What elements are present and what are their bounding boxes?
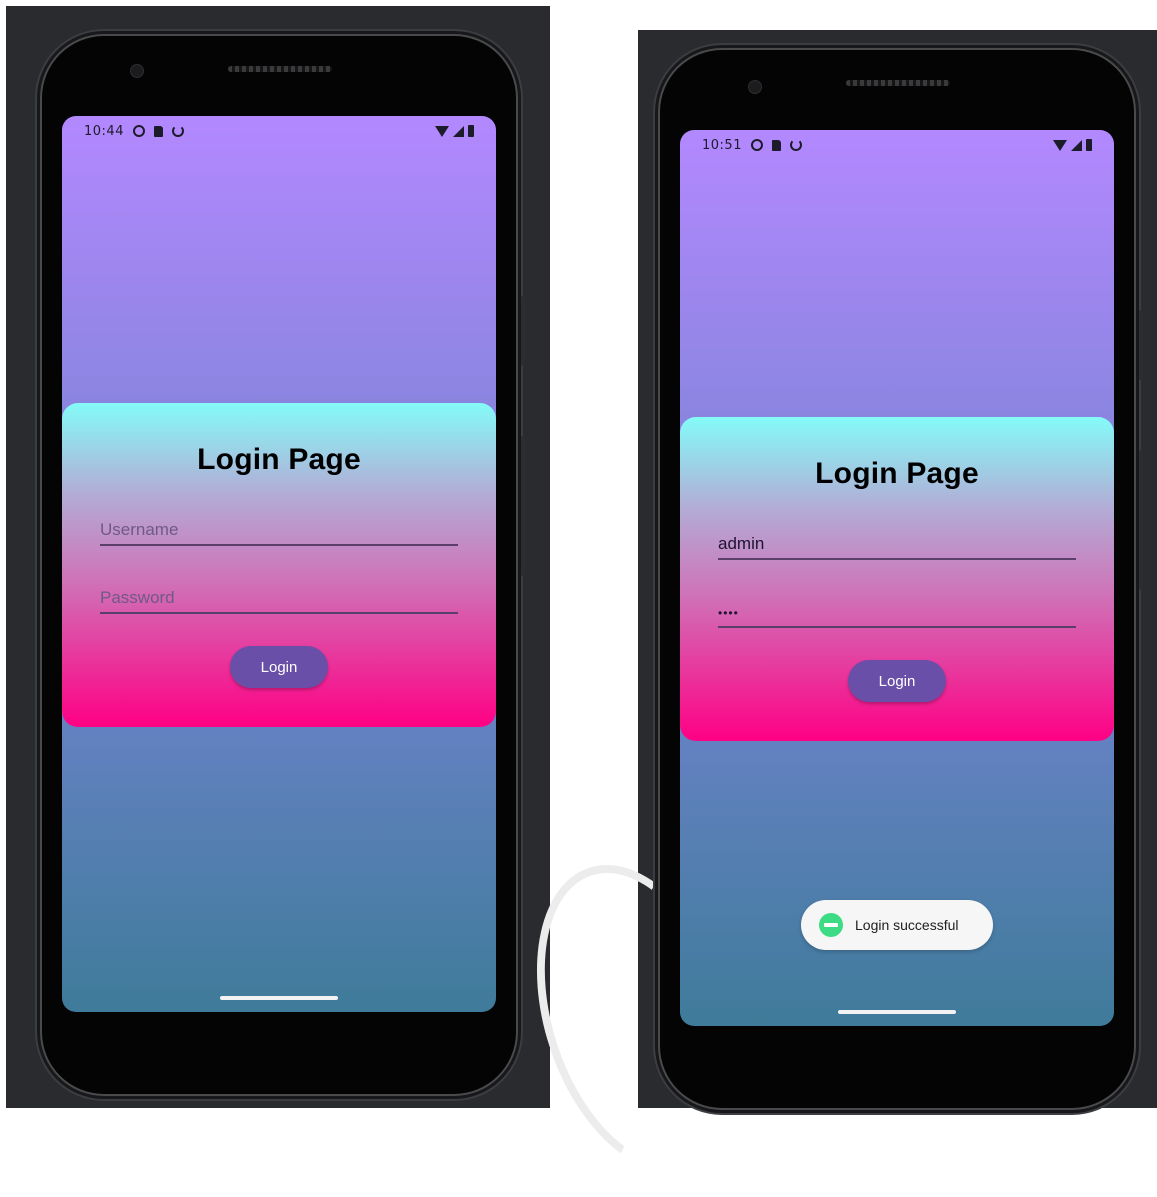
- app-screen: 10:44 Login Page Username Password Login: [62, 116, 496, 1012]
- status-left-group: 10:44: [84, 124, 184, 139]
- username-field[interactable]: Username: [100, 516, 458, 546]
- sd-card-icon: [153, 125, 163, 137]
- login-card: Login Page admin •••• Login: [680, 417, 1114, 741]
- front-camera-icon: [130, 64, 144, 78]
- volume-button: [521, 296, 525, 366]
- sd-card-icon: [771, 139, 781, 151]
- battery-icon: [468, 125, 474, 137]
- password-placeholder: Password: [100, 588, 175, 607]
- toast-text: Login successful: [855, 917, 959, 933]
- toast-message: Login successful: [801, 900, 993, 950]
- power-icon: [171, 125, 184, 137]
- wifi-icon: [435, 125, 449, 137]
- password-value: ••••: [718, 606, 739, 620]
- android-app-icon: [819, 913, 843, 937]
- username-field[interactable]: admin: [718, 530, 1076, 560]
- signal-icon: [1071, 139, 1082, 151]
- wifi-icon: [1053, 139, 1067, 151]
- status-bar: 10:51: [680, 130, 1114, 160]
- login-button[interactable]: Login: [230, 646, 328, 688]
- username-placeholder: Username: [100, 520, 179, 539]
- username-value: admin: [718, 534, 765, 553]
- power-icon: [789, 139, 802, 151]
- battery-icon: [1086, 139, 1092, 151]
- navigation-handle[interactable]: [838, 1010, 956, 1014]
- status-bar: 10:44: [62, 116, 496, 146]
- phone-frame-left: 10:44 Login Page Username Password Login: [42, 36, 525, 1094]
- phone-frame-right: 10:51 Login Page admin •••• Login Login …: [660, 50, 1143, 1108]
- front-camera-icon: [748, 80, 762, 94]
- password-field[interactable]: ••••: [718, 598, 1076, 628]
- volume-button: [1139, 310, 1143, 380]
- sync-icon: [750, 139, 763, 151]
- status-right-group: [435, 125, 474, 137]
- login-card: Login Page Username Password Login: [62, 403, 496, 727]
- power-button: [1139, 450, 1143, 590]
- status-right-group: [1053, 139, 1092, 151]
- power-button: [521, 436, 525, 576]
- app-screen: 10:51 Login Page admin •••• Login Login …: [680, 130, 1114, 1026]
- earpiece-speaker-icon: [846, 80, 950, 86]
- page-title: Login Page: [815, 457, 979, 490]
- status-time: 10:44: [84, 123, 124, 139]
- sync-icon: [132, 125, 145, 137]
- status-time: 10:51: [702, 137, 742, 153]
- earpiece-speaker-icon: [228, 66, 332, 72]
- navigation-handle[interactable]: [220, 996, 338, 1000]
- signal-icon: [453, 125, 464, 137]
- status-left-group: 10:51: [702, 138, 802, 153]
- page-title: Login Page: [197, 443, 361, 476]
- password-field[interactable]: Password: [100, 584, 458, 614]
- login-button[interactable]: Login: [848, 660, 946, 702]
